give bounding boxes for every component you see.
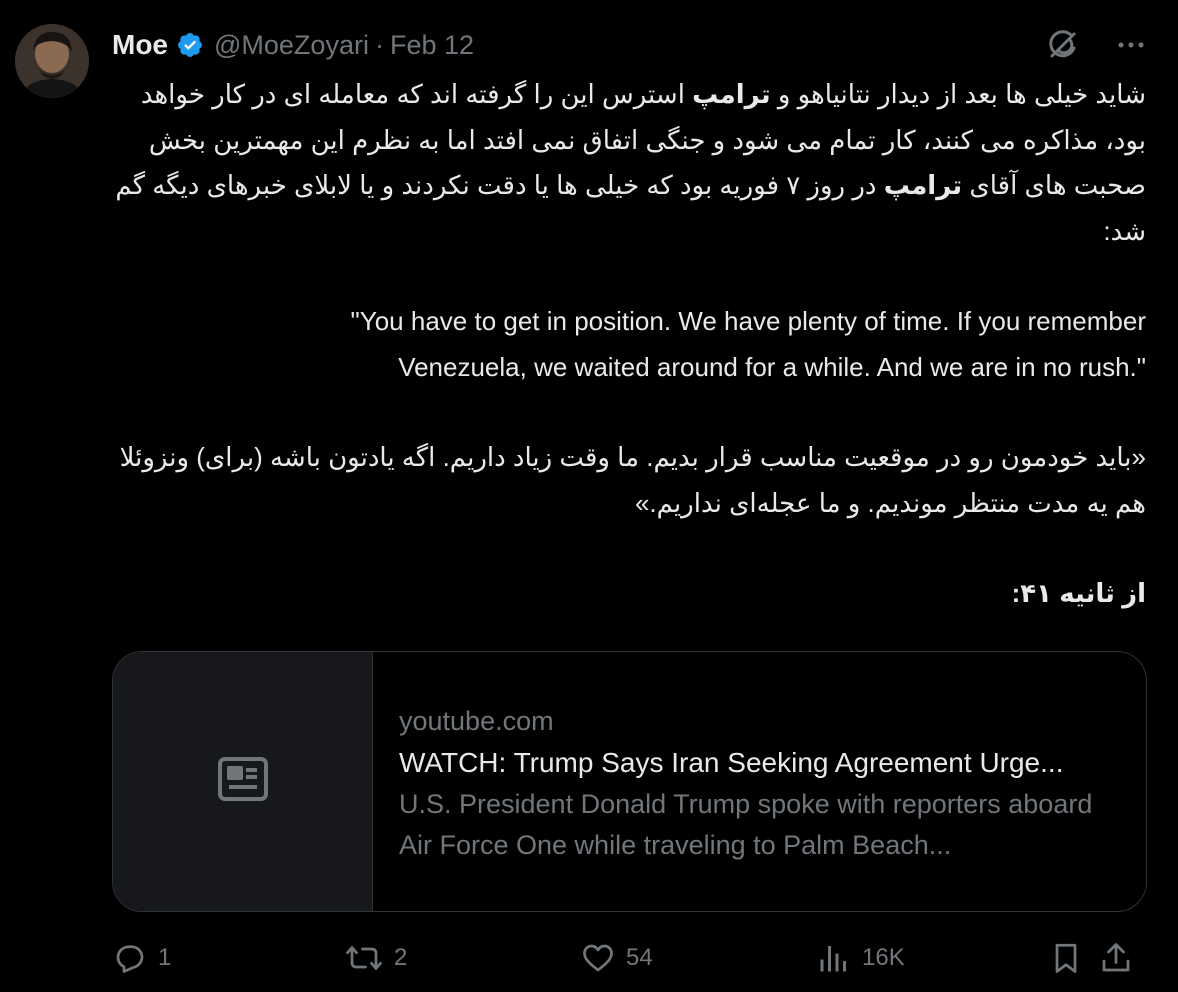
paragraph-1: شاید خیلی ها بعد از دیدار نتانیاهو و ترا… — [112, 72, 1146, 254]
like-button[interactable]: 54 — [580, 940, 653, 976]
views-icon — [820, 946, 846, 972]
card-title: WATCH: Trump Says Iran Seeking Agreement… — [399, 747, 1064, 778]
card-description: U.S. President Donald Trump spoke with r… — [399, 789, 1093, 860]
verified-badge-icon — [176, 31, 204, 59]
grok-icon[interactable] — [1046, 28, 1080, 67]
card-text[interactable]: youtube.com WATCH: Trump Says Iran Seeki… — [373, 652, 1146, 911]
link-preview-card[interactable]: youtube.com WATCH: Trump Says Iran Seeki… — [112, 651, 1147, 912]
action-bar: 1 2 54 16K — [112, 936, 1148, 980]
reply-button[interactable]: 1 — [112, 940, 171, 976]
bold-name: ترامپ — [692, 79, 771, 109]
author-name[interactable]: Moe — [112, 29, 168, 61]
persian-quote: «باید خودمون رو در موقعیت مناسب قرار بدی… — [119, 442, 1146, 518]
views-button[interactable]: 16K — [816, 940, 905, 976]
timestamp-note-text: از ثانیه ۴۱: — [1011, 578, 1146, 608]
timestamp-note: از ثانیه ۴۱: — [112, 571, 1146, 617]
text-span: شاید خیلی ها بعد از دیدار نتانیاهو و — [770, 79, 1146, 109]
repost-icon — [346, 946, 382, 970]
english-quote-line-1: You have to get in position. We have ple… — [350, 306, 1146, 336]
card-domain: youtube.com — [399, 706, 554, 736]
share-icon — [1102, 943, 1130, 972]
separator-dot: · — [374, 29, 384, 60]
tweet-text: شاید خیلی ها بعد از دیدار نتانیاهو و ترا… — [112, 72, 1146, 617]
avatar[interactable] — [15, 24, 89, 98]
repost-button[interactable]: 2 — [344, 940, 407, 976]
reply-count: 1 — [158, 944, 172, 971]
bold-name: ترامپ — [883, 170, 963, 200]
repost-count: 2 — [394, 944, 408, 971]
post-date[interactable]: Feb 12 — [390, 30, 474, 61]
share-button[interactable] — [1098, 940, 1134, 976]
reply-icon — [116, 945, 144, 973]
tweet-header: Moe @MoeZoyari · Feb 12 — [112, 28, 474, 62]
heart-icon — [583, 944, 613, 972]
bookmark-button[interactable] — [1048, 940, 1084, 976]
more-icon[interactable] — [1114, 28, 1148, 67]
card-thumbnail[interactable] — [113, 652, 373, 911]
views-count: 16K — [862, 944, 905, 971]
bookmark-icon — [1055, 943, 1077, 973]
author-handle[interactable]: @MoeZoyari — [214, 30, 369, 61]
article-icon — [217, 756, 269, 807]
english-quote-line-2: ".Venezuela, we waited around for a whil… — [398, 351, 1146, 382]
header-actions — [1046, 28, 1148, 67]
like-count: 54 — [626, 944, 653, 971]
